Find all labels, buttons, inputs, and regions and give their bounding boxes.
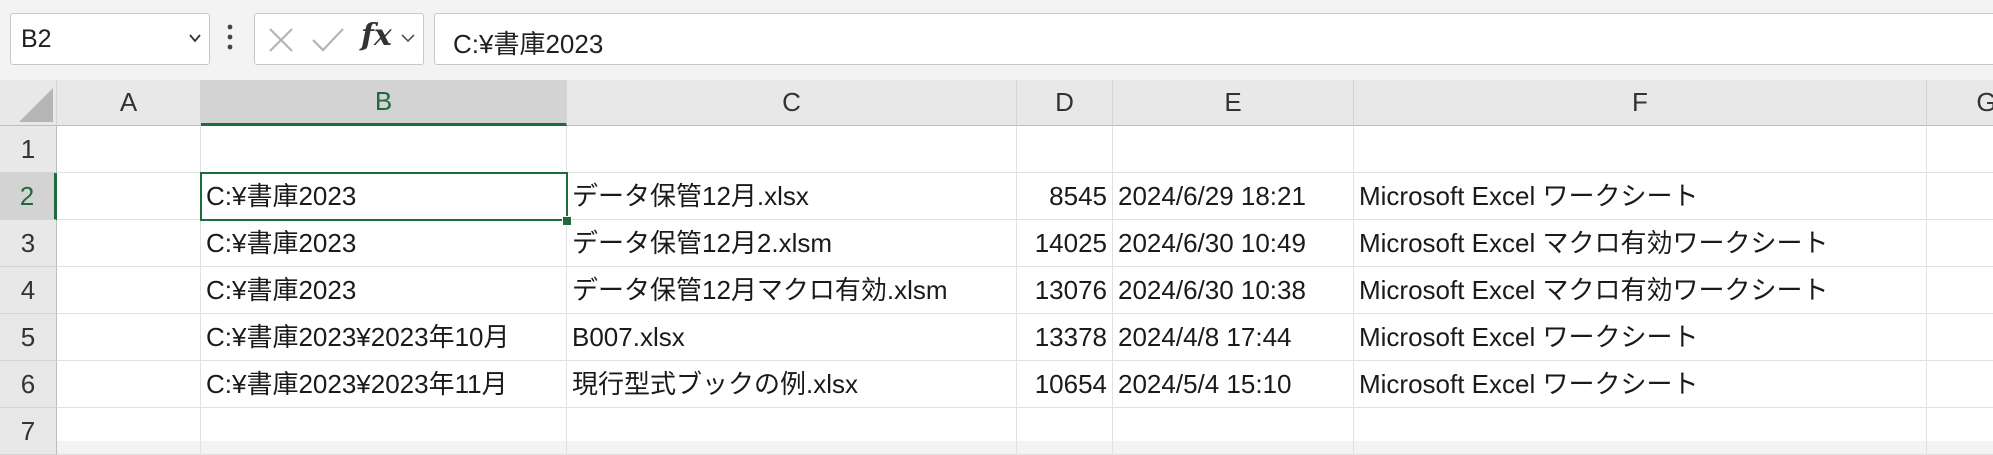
cell-b4[interactable]: C:¥書庫2023 xyxy=(201,267,567,314)
spreadsheet-grid: A B C D E F G 1 2 3 4 5 6 7 C:¥書庫2023 データ… xyxy=(0,80,1993,455)
column-header-b[interactable]: B xyxy=(201,80,567,126)
row-header-4[interactable]: 4 xyxy=(0,267,57,314)
cell-e7[interactable] xyxy=(1113,408,1354,455)
column-header-g[interactable]: G xyxy=(1927,80,1993,126)
cell-a3[interactable] xyxy=(57,220,201,267)
cell-a4[interactable] xyxy=(57,267,201,314)
column-header-c[interactable]: C xyxy=(567,80,1017,126)
row-header-7[interactable]: 7 xyxy=(0,408,57,455)
cell-c6[interactable]: 現行型式ブックの例.xlsx xyxy=(567,361,1017,408)
cell-d3[interactable]: 14025 xyxy=(1017,220,1113,267)
cell-e2[interactable]: 2024/6/29 18:21 xyxy=(1113,173,1354,220)
cell-c1[interactable] xyxy=(567,126,1017,173)
cell-f6[interactable]: Microsoft Excel ワークシート xyxy=(1354,361,1927,408)
more-options-icon[interactable] xyxy=(226,22,234,52)
cell-c2[interactable]: データ保管12月.xlsx xyxy=(567,173,1017,220)
cell-b7[interactable] xyxy=(201,408,567,455)
cell-g2[interactable] xyxy=(1927,173,1993,220)
column-header-e[interactable]: E xyxy=(1113,80,1354,126)
select-all-button[interactable] xyxy=(0,80,57,126)
cell-g4[interactable] xyxy=(1927,267,1993,314)
row-header-6[interactable]: 6 xyxy=(0,361,57,408)
cell-c7[interactable] xyxy=(567,408,1017,455)
cell-g3[interactable] xyxy=(1927,220,1993,267)
column-header-f[interactable]: F xyxy=(1354,80,1927,126)
column-header-d[interactable]: D xyxy=(1017,80,1113,126)
insert-function-button[interactable]: fx xyxy=(361,18,392,53)
name-box-value: B2 xyxy=(21,25,52,53)
chevron-down-icon[interactable] xyxy=(189,32,201,44)
formula-input-value: C:¥書庫2023 xyxy=(453,29,604,59)
cell-g6[interactable] xyxy=(1927,361,1993,408)
cell-e6[interactable]: 2024/5/4 15:10 xyxy=(1113,361,1354,408)
cell-b2[interactable]: C:¥書庫2023 xyxy=(201,173,567,220)
cell-f4[interactable]: Microsoft Excel マクロ有効ワークシート xyxy=(1354,267,1927,314)
cell-b6[interactable]: C:¥書庫2023¥2023年11月 xyxy=(201,361,567,408)
cell-f5[interactable]: Microsoft Excel ワークシート xyxy=(1354,314,1927,361)
cell-f1[interactable] xyxy=(1354,126,1927,173)
select-all-triangle-icon xyxy=(19,88,53,122)
row-header-5[interactable]: 5 xyxy=(0,314,57,361)
cell-c4[interactable]: データ保管12月マクロ有効.xlsm xyxy=(567,267,1017,314)
enter-check-icon[interactable] xyxy=(311,26,345,54)
cell-c3[interactable]: データ保管12月2.xlsm xyxy=(567,220,1017,267)
cell-e1[interactable] xyxy=(1113,126,1354,173)
cell-d4[interactable]: 13076 xyxy=(1017,267,1113,314)
cell-d6[interactable]: 10654 xyxy=(1017,361,1113,408)
formula-bar-area: B2 fx C:¥書庫2023 xyxy=(0,0,1993,80)
cell-b1[interactable] xyxy=(201,126,567,173)
cell-e5[interactable]: 2024/4/8 17:44 xyxy=(1113,314,1354,361)
formula-buttons: fx xyxy=(254,13,424,65)
cell-d2[interactable]: 8545 xyxy=(1017,173,1113,220)
cell-a7[interactable] xyxy=(57,408,201,455)
name-box[interactable]: B2 xyxy=(10,13,210,65)
cell-g5[interactable] xyxy=(1927,314,1993,361)
cell-e3[interactable]: 2024/6/30 10:49 xyxy=(1113,220,1354,267)
chevron-down-icon[interactable] xyxy=(401,32,415,44)
cell-d1[interactable] xyxy=(1017,126,1113,173)
cell-b3[interactable]: C:¥書庫2023 xyxy=(201,220,567,267)
cell-a5[interactable] xyxy=(57,314,201,361)
cell-a2[interactable] xyxy=(57,173,201,220)
fill-handle[interactable] xyxy=(562,216,572,226)
cell-e4[interactable]: 2024/6/30 10:38 xyxy=(1113,267,1354,314)
row-header-2[interactable]: 2 xyxy=(0,173,57,220)
cell-f2[interactable]: Microsoft Excel ワークシート xyxy=(1354,173,1927,220)
cell-f3[interactable]: Microsoft Excel マクロ有効ワークシート xyxy=(1354,220,1927,267)
cell-c5[interactable]: B007.xlsx xyxy=(567,314,1017,361)
row-header-1[interactable]: 1 xyxy=(0,126,57,173)
cell-a6[interactable] xyxy=(57,361,201,408)
cell-g1[interactable] xyxy=(1927,126,1993,173)
column-header-a[interactable]: A xyxy=(57,80,201,126)
cell-g7[interactable] xyxy=(1927,408,1993,455)
cell-f7[interactable] xyxy=(1354,408,1927,455)
cell-d5[interactable]: 13378 xyxy=(1017,314,1113,361)
row-header-3[interactable]: 3 xyxy=(0,220,57,267)
cell-d7[interactable] xyxy=(1017,408,1113,455)
formula-input[interactable]: C:¥書庫2023 xyxy=(434,13,1993,65)
cell-b5[interactable]: C:¥書庫2023¥2023年10月 xyxy=(201,314,567,361)
cell-a1[interactable] xyxy=(57,126,201,173)
cancel-icon[interactable] xyxy=(267,26,295,54)
